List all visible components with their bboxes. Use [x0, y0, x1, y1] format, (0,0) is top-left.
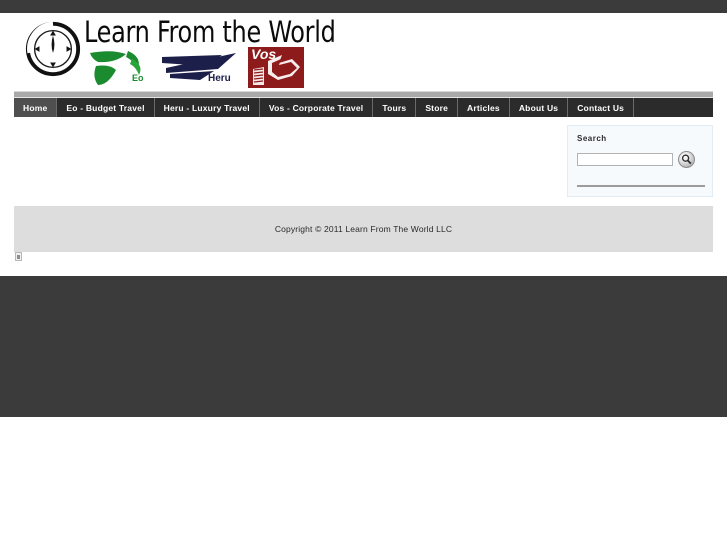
nav-filler — [634, 98, 713, 117]
vos-logo: Vos — [248, 47, 304, 88]
browser-top-strip — [0, 0, 727, 13]
nav-item-articles[interactable]: Articles — [458, 98, 510, 117]
heru-label: Heru — [208, 73, 231, 84]
search-form — [577, 151, 705, 170]
nav-item-about-us[interactable]: About Us — [509, 98, 569, 117]
search-input[interactable] — [577, 153, 673, 166]
compass-icon — [25, 21, 81, 77]
eo-label: Eo — [132, 73, 144, 83]
nav-item-home[interactable]: Home — [14, 98, 58, 117]
site-logo[interactable]: Learn From the World Eo Heru Vos — [20, 15, 340, 89]
nav-item-store[interactable]: Store — [416, 98, 459, 117]
header-separator — [14, 91, 713, 98]
search-icon[interactable] — [678, 151, 695, 168]
brand-title: Learn From the World — [84, 15, 336, 49]
page-container: Learn From the World Eo Heru Vos Home Eo… — [0, 13, 727, 276]
copyright-text: Copyright © 2011 Learn From The World LL… — [274, 224, 453, 234]
main-content — [14, 119, 562, 202]
nav-item-vos-corporate-travel[interactable]: Vos - Corporate Travel — [259, 98, 374, 117]
nav-item-contact-us[interactable]: Contact Us — [568, 98, 635, 117]
content-area: Search — [14, 119, 713, 202]
heru-arrow-icon — [162, 53, 236, 80]
site-footer: Copyright © 2011 Learn From The World LL… — [14, 206, 713, 252]
site-header: Learn From the World Eo Heru Vos — [14, 13, 713, 91]
main-navigation: Home Eo - Budget Travel Heru - Luxury Tr… — [14, 98, 713, 117]
viewport-white-area — [0, 417, 727, 545]
eo-leaf-icon — [90, 51, 141, 85]
nav-item-tours[interactable]: Tours — [373, 98, 417, 117]
fox-head-icon — [253, 55, 300, 85]
sub-brand-logos: Eo Heru Vos — [86, 47, 336, 89]
nav-item-heru-luxury-travel[interactable]: Heru - Luxury Travel — [154, 98, 260, 117]
search-widget-title: Search — [577, 134, 607, 143]
viewport-dark-area — [0, 276, 727, 417]
sidebar-search-widget: Search — [567, 125, 713, 197]
search-widget-divider — [577, 185, 705, 187]
nav-item-eo-budget-travel[interactable]: Eo - Budget Travel — [57, 98, 155, 117]
broken-image-icon — [15, 252, 22, 261]
